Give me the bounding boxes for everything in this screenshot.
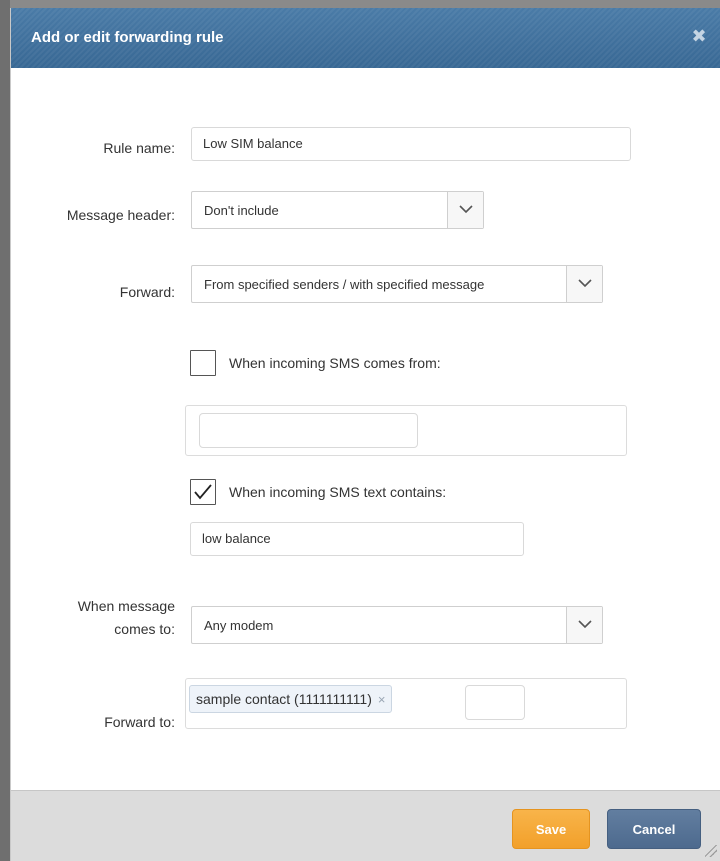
dialog-title: Add or edit forwarding rule: [31, 29, 224, 46]
forward-label: Forward:: [119, 284, 175, 300]
resize-grip-icon[interactable]: [705, 845, 717, 857]
message-header-label: Message header:: [66, 207, 175, 223]
sender-input[interactable]: [199, 413, 418, 448]
comes-to-label: When message comes to:: [31, 595, 175, 641]
chevron-down-icon[interactable]: [566, 266, 602, 302]
text-contains-label: When incoming SMS text contains:: [229, 484, 447, 500]
forward-select[interactable]: From specified senders / with specified …: [191, 265, 603, 303]
forward-to-input[interactable]: [465, 685, 525, 720]
save-button[interactable]: Save: [512, 809, 590, 849]
comes-to-select[interactable]: Any modem: [191, 606, 603, 644]
text-contains-input[interactable]: low balance: [190, 522, 524, 556]
comes-to-value: Any modem: [204, 618, 274, 633]
chevron-down-icon[interactable]: [566, 607, 602, 643]
background-edge: [0, 0, 10, 861]
forwarding-rule-dialog: Add or edit forwarding rule ✖ Rule name:…: [10, 8, 720, 861]
chevron-down-icon[interactable]: [447, 192, 483, 228]
close-icon[interactable]: ✖: [689, 26, 709, 46]
message-header-value: Don't include: [204, 203, 279, 218]
comes-to-label-line2: comes to:: [114, 621, 175, 637]
forward-to-field[interactable]: sample contact (1111111111) ×: [185, 678, 627, 729]
contact-chip: sample contact (1111111111) ×: [189, 685, 393, 713]
dialog-footer: Save Cancel: [11, 790, 720, 861]
incoming-from-checkbox[interactable]: [190, 350, 216, 376]
forward-to-label: Forward to:: [104, 714, 175, 730]
message-header-select[interactable]: Don't include: [191, 191, 484, 229]
forward-value: From specified senders / with specified …: [204, 277, 485, 292]
rule-name-label: Rule name:: [103, 140, 175, 156]
sender-panel: [185, 405, 627, 456]
dialog-titlebar[interactable]: Add or edit forwarding rule ✖: [11, 8, 720, 68]
cancel-button[interactable]: Cancel: [607, 809, 701, 849]
contact-chip-label: sample contact (1111111111): [196, 691, 372, 707]
text-contains-checkbox[interactable]: [190, 479, 216, 505]
background-strip: [10, 0, 720, 8]
comes-to-label-line1: When message: [77, 598, 175, 614]
remove-contact-icon[interactable]: ×: [378, 692, 386, 707]
rule-name-input[interactable]: Low SIM balance: [191, 127, 631, 161]
incoming-from-label: When incoming SMS comes from:: [229, 355, 441, 371]
